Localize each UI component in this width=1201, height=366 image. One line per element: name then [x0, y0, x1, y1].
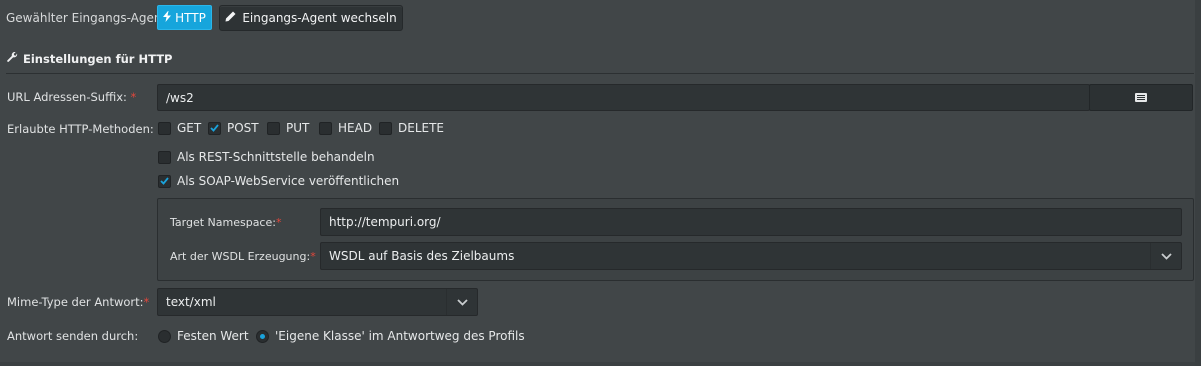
- required-marker: *: [143, 295, 150, 309]
- agent-label: Gewählter Eingangs-Agent:: [6, 11, 171, 25]
- method-post[interactable]: POST: [208, 121, 259, 135]
- chevron-down-icon: [446, 289, 477, 315]
- namespace-label: Target Namespace:*: [170, 216, 281, 229]
- method-put-checkbox[interactable]: [267, 121, 280, 135]
- wsdl-label: Art der WSDL Erzeugung:*: [170, 250, 316, 263]
- mime-select[interactable]: text/xml: [157, 288, 478, 316]
- url-suffix-input[interactable]: /ws2: [157, 84, 1090, 111]
- soap-option[interactable]: Als SOAP-WebService veröffentlichen: [158, 174, 399, 188]
- method-get-checkbox[interactable]: [158, 121, 171, 135]
- bottom-edge: [0, 362, 1201, 366]
- bolt-icon: [163, 10, 172, 25]
- section-title-text: Einstellungen für HTTP: [23, 52, 173, 66]
- mime-value: text/xml: [166, 295, 216, 309]
- soap-label: Als SOAP-WebService veröffentlichen: [177, 174, 400, 188]
- method-get-label: GET: [177, 121, 202, 135]
- http-agent-button[interactable]: HTTP: [157, 5, 212, 30]
- radio-selected-dot: [260, 333, 265, 339]
- response-class-label: 'Eigene Klasse' im Antwortweg des Profil…: [275, 329, 525, 343]
- wsdl-label-text: Art der WSDL Erzeugung:: [170, 250, 311, 263]
- response-fixed-option[interactable]: Festen Wert: [158, 329, 249, 343]
- url-suffix-picker-button[interactable]: [1089, 84, 1193, 111]
- response-class-option[interactable]: 'Eigene Klasse' im Antwortweg des Profil…: [256, 329, 525, 343]
- switch-agent-button[interactable]: Eingangs-Agent wechseln: [219, 5, 403, 31]
- switch-agent-label: Eingangs-Agent wechseln: [242, 11, 397, 25]
- wsdl-select[interactable]: WSDL auf Basis des Zielbaums: [320, 242, 1182, 270]
- method-put-label: PUT: [286, 121, 310, 135]
- response-fixed-radio[interactable]: [158, 329, 171, 343]
- checkmark-icon: [160, 177, 169, 185]
- namespace-label-text: Target Namespace:: [170, 216, 276, 229]
- chevron-down-icon: [1150, 243, 1181, 269]
- section-title: Einstellungen für HTTP: [7, 51, 173, 66]
- response-label: Antwort senden durch:: [7, 329, 139, 343]
- method-head-label: HEAD: [338, 121, 373, 135]
- method-post-checkbox[interactable]: [208, 121, 221, 135]
- response-fixed-label: Festen Wert: [177, 329, 249, 343]
- url-suffix-label: URL Adressen-Suffix: *: [7, 90, 136, 104]
- list-icon: [1135, 91, 1147, 105]
- method-post-label: POST: [227, 121, 259, 135]
- required-marker: *: [310, 250, 316, 263]
- section-divider: [6, 73, 1194, 74]
- rest-option[interactable]: Als REST-Schnittstelle behandeln: [158, 150, 375, 164]
- url-suffix-value: /ws2: [166, 90, 194, 105]
- method-delete-checkbox[interactable]: [379, 121, 392, 135]
- response-class-radio[interactable]: [256, 329, 269, 343]
- http-agent-label: HTTP: [175, 10, 206, 25]
- soap-checkbox[interactable]: [158, 174, 171, 188]
- method-put[interactable]: PUT: [267, 121, 309, 135]
- wrench-icon: [7, 51, 18, 66]
- mime-label: Mime-Type der Antwort:*: [7, 295, 149, 309]
- rest-checkbox[interactable]: [158, 150, 171, 164]
- method-get[interactable]: GET: [158, 121, 201, 135]
- required-marker: *: [130, 90, 137, 104]
- http-methods-label: Erlaubte HTTP-Methoden:: [7, 122, 154, 136]
- method-head-checkbox[interactable]: [319, 121, 332, 135]
- rest-label: Als REST-Schnittstelle behandeln: [177, 150, 375, 164]
- mime-label-text: Mime-Type der Antwort:: [7, 295, 144, 309]
- wsdl-value: WSDL auf Basis des Zielbaums: [329, 249, 515, 263]
- method-delete[interactable]: DELETE: [379, 121, 444, 135]
- namespace-value: http://tempuri.org/: [329, 215, 441, 229]
- namespace-input[interactable]: http://tempuri.org/: [320, 208, 1182, 236]
- url-suffix-label-text: URL Adressen-Suffix:: [7, 90, 127, 104]
- method-delete-label: DELETE: [398, 121, 445, 135]
- checkmark-icon: [210, 124, 219, 132]
- required-marker: *: [275, 216, 282, 229]
- pencil-icon: [225, 11, 236, 25]
- method-head[interactable]: HEAD: [319, 121, 372, 135]
- scrollbar-track[interactable]: [1195, 0, 1201, 366]
